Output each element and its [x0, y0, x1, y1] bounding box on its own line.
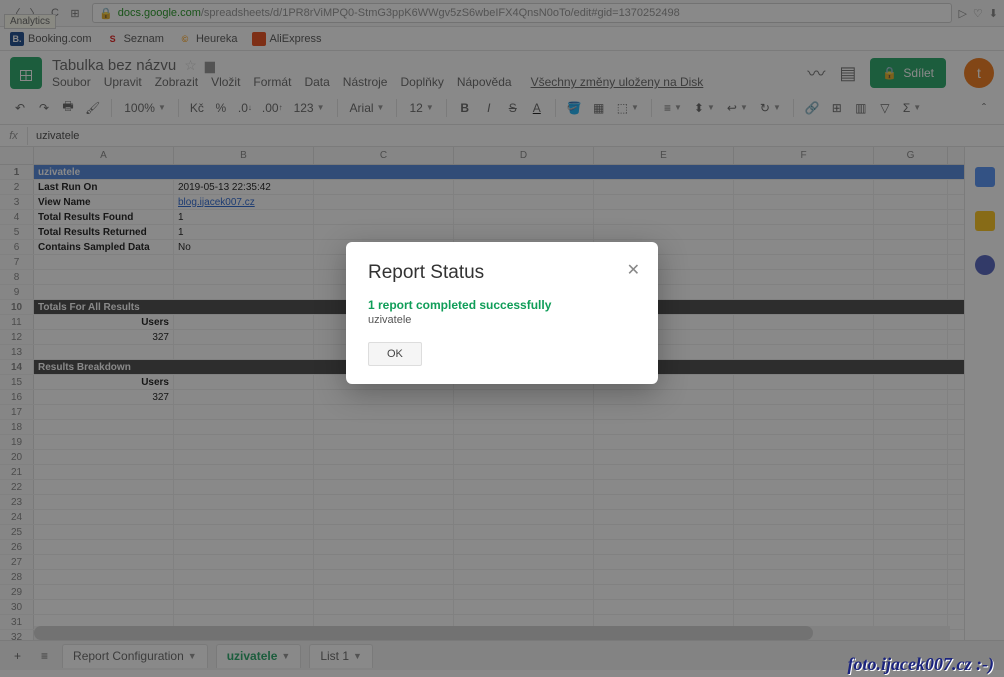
close-icon[interactable]: ✕	[627, 260, 640, 280]
watermark: foto.ijacek007.cz :-)	[848, 654, 994, 675]
report-status-dialog: ✕ Report Status 1 report completed succe…	[346, 242, 658, 384]
modal-subtext: uzivatele	[368, 314, 636, 326]
modal-title: Report Status	[368, 262, 636, 284]
ok-button[interactable]: OK	[368, 342, 422, 366]
modal-success-text: 1 report completed successfully	[368, 298, 636, 312]
